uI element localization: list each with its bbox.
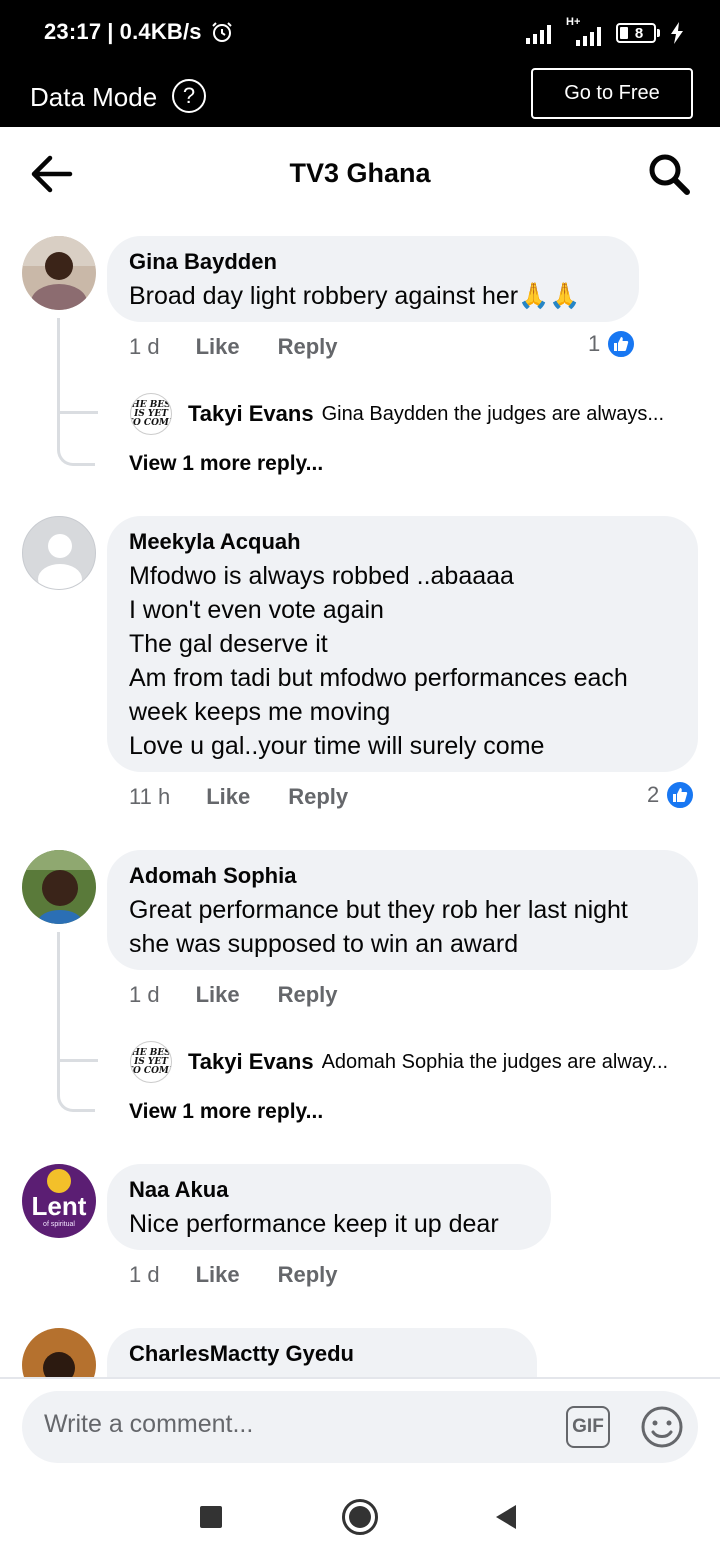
thread-line [57, 318, 95, 466]
page-title: TV3 Ghana [289, 158, 431, 188]
reply-preview[interactable]: THE BEST IS YET TO COME Takyi Evans Gina… [130, 393, 696, 435]
default-avatar-icon [38, 534, 82, 589]
comment-input-box[interactable]: Write a comment... GIF [22, 1391, 698, 1463]
comment-author[interactable]: Meekyla Acquah [129, 528, 676, 556]
comment-time[interactable]: 1 d [129, 1262, 160, 1288]
thread-branch [58, 411, 98, 414]
avatar-photo [22, 850, 96, 924]
recents-button[interactable] [200, 1506, 222, 1528]
comment-text: Mfodwo is always robbed ..abaaaa [129, 562, 514, 590]
alarm-icon [212, 22, 232, 42]
avatar[interactable] [22, 516, 96, 590]
status-right: H+ 8 [526, 16, 684, 46]
view-more-replies-link[interactable]: View 1 more reply... [129, 452, 323, 476]
battery-icon: 8 [616, 23, 660, 43]
reaction-number: 1 [588, 331, 601, 356]
reply-button[interactable]: Reply [278, 982, 338, 1008]
emoji-icon[interactable] [640, 1405, 684, 1449]
status-time: 23:17 [44, 19, 102, 44]
avatar[interactable] [22, 850, 96, 924]
like-button[interactable]: Like [196, 334, 240, 360]
avatar[interactable]: THE BEST IS YET TO COME [130, 393, 172, 435]
gif-icon[interactable]: GIF [566, 1406, 610, 1448]
avatar[interactable]: Lent of spiritual [22, 1164, 96, 1238]
reply-text: Gina Baydden the judges are always... [321, 402, 664, 425]
comment-time[interactable]: 11 h [129, 784, 170, 810]
comment-text: Broad day light robbery against her🙏🙏 [129, 282, 581, 310]
back-button[interactable] [496, 1505, 516, 1529]
reply-button[interactable]: Reply [278, 334, 338, 360]
status-bar: 23:17 | 0.4KB/s H+ 8 [0, 0, 720, 64]
comment-text: she was supposed to win an award [129, 930, 519, 958]
comment-text: Great performance but they rob her last … [129, 896, 628, 924]
comment-author[interactable]: Naa Akua [129, 1176, 529, 1204]
reaction-count[interactable]: 1 [588, 329, 637, 359]
home-button[interactable] [342, 1499, 378, 1535]
like-icon [665, 780, 696, 810]
reaction-count[interactable]: 2 [647, 780, 696, 810]
comment-text: Nice performance keep it up dear [129, 1210, 499, 1238]
view-more-replies-link[interactable]: View 1 more reply... [129, 1100, 323, 1124]
comment-author[interactable]: Adomah Sophia [129, 862, 676, 890]
reply-preview[interactable]: THE BEST IS YET TO COME Takyi Evans Adom… [130, 1041, 696, 1083]
search-icon[interactable] [647, 152, 691, 196]
signal-hplus: H+ [566, 16, 606, 46]
avatar[interactable]: THE BEST IS YET TO COME [130, 1041, 172, 1083]
comment-text: The gal deserve it [129, 630, 328, 658]
data-mode-title: Data Mode [30, 82, 158, 112]
comment-bubble[interactable]: CharlesMactty Gyedu [107, 1328, 537, 1377]
like-button[interactable]: Like [196, 982, 240, 1008]
avatar-logo: Lent of spiritual [22, 1164, 96, 1238]
comment-input[interactable]: Write a comment... [44, 1410, 253, 1439]
comment-bubble[interactable]: Adomah Sophia Great performance but they… [107, 850, 698, 970]
go-to-free-button[interactable]: Go to Free [531, 68, 693, 119]
avatar[interactable] [22, 1328, 96, 1377]
like-button[interactable]: Like [206, 784, 250, 810]
system-nav-bar [0, 1473, 720, 1560]
avatar-photo [22, 1328, 96, 1377]
comment-bubble[interactable]: Meekyla Acquah Mfodwo is always robbed .… [107, 516, 698, 772]
reply-author[interactable]: Takyi Evans [188, 1049, 314, 1075]
reply-text: Adomah Sophia the judges are alway... [321, 1050, 669, 1073]
like-icon [606, 329, 637, 359]
status-left: 23:17 | 0.4KB/s [44, 19, 234, 45]
page-header: TV3 Ghana [0, 127, 720, 223]
signal-icon [526, 25, 551, 44]
signal-icon-2 [576, 27, 601, 46]
network-speed: 0.4KB/s [119, 19, 202, 44]
comment-list: Gina Baydden Broad day light robbery aga… [0, 223, 720, 1377]
help-icon[interactable]: ? [172, 79, 206, 113]
data-mode-bar: Data Mode ? Go to Free [0, 64, 720, 127]
comment-bubble[interactable]: Gina Baydden Broad day light robbery aga… [107, 236, 639, 322]
comment-text: week keeps me moving [129, 698, 391, 726]
reply-author[interactable]: Takyi Evans [188, 401, 314, 427]
reply-button[interactable]: Reply [278, 1262, 338, 1288]
comment-time[interactable]: 1 d [129, 982, 160, 1008]
comment-actions: 1 d Like Reply [129, 1262, 338, 1288]
thread-line [57, 932, 95, 1112]
avatar[interactable] [22, 236, 96, 310]
reply-button[interactable]: Reply [288, 784, 348, 810]
comment-actions: 11 h Like Reply [129, 784, 348, 810]
comment-actions: 1 d Like Reply [129, 982, 338, 1008]
comment-author[interactable]: Gina Baydden [129, 248, 617, 276]
reaction-number: 2 [647, 782, 660, 807]
comment-bubble[interactable]: Naa Akua Nice performance keep it up dea… [107, 1164, 551, 1250]
thread-branch [58, 1059, 98, 1062]
comment-text: Love u gal..your time will surely come [129, 732, 545, 760]
comment-author[interactable]: CharlesMactty Gyedu [129, 1340, 515, 1368]
comment-time[interactable]: 1 d [129, 334, 160, 360]
comment-actions: 1 d Like Reply [129, 334, 338, 360]
comment-text: Am from tadi but mfodwo performances eac… [129, 664, 628, 692]
avatar-photo [22, 236, 96, 310]
like-button[interactable]: Like [196, 1262, 240, 1288]
charging-icon [671, 22, 683, 44]
comment-composer: Write a comment... GIF [0, 1377, 720, 1473]
comment-text: I won't even vote again [129, 596, 384, 624]
